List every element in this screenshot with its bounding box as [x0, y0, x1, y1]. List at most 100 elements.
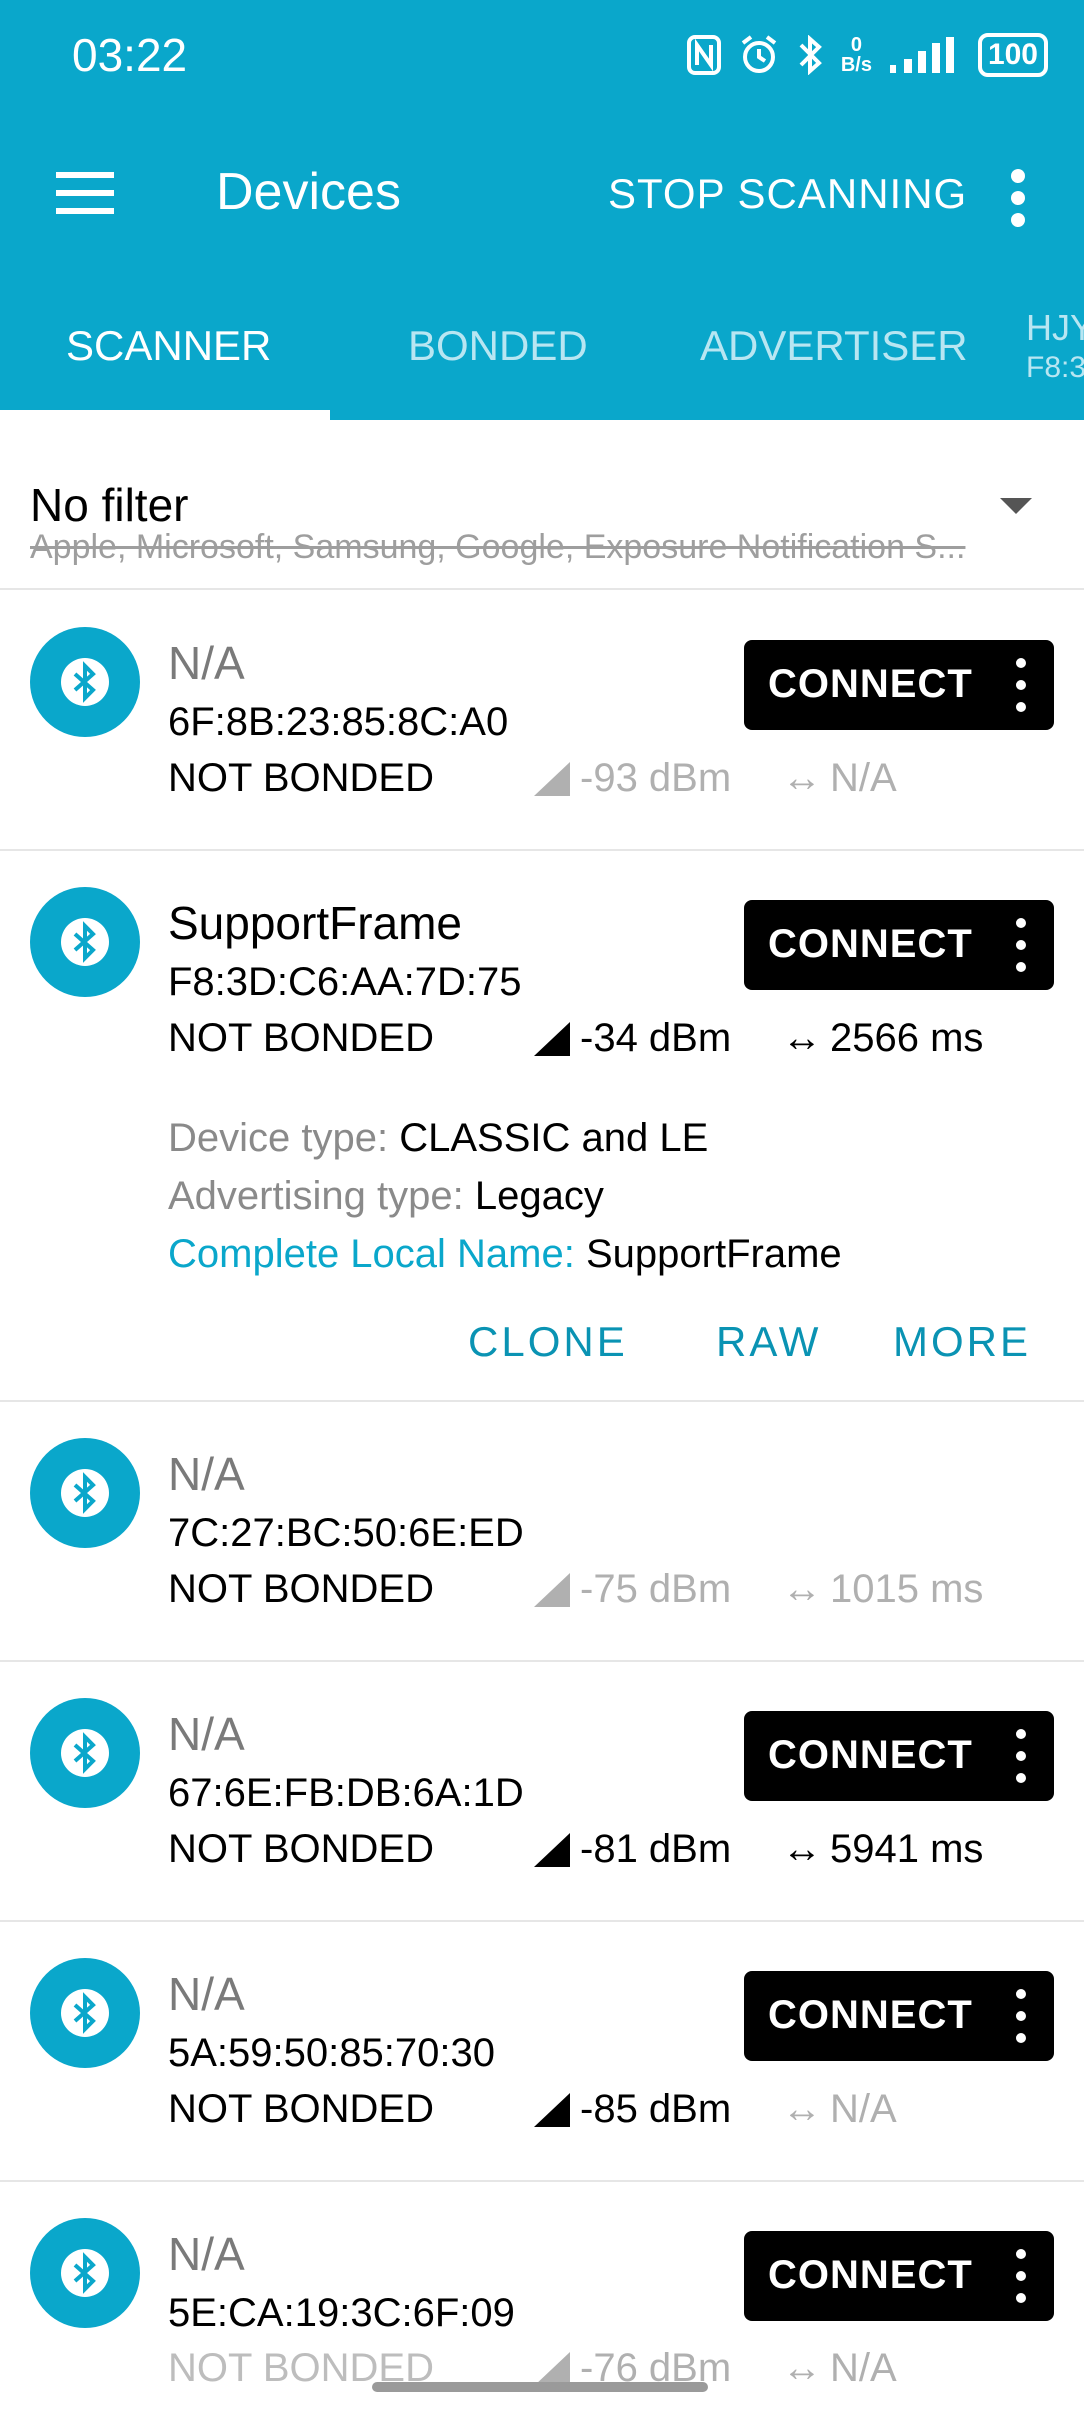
rssi: -75 dBm [534, 1567, 731, 1612]
alarm-icon [741, 35, 777, 73]
bond-status: NOT BONDED [168, 756, 434, 800]
divider [0, 1660, 1084, 1662]
bond-status: NOT BONDED [168, 2087, 434, 2131]
adv-interval: ↔ N/A [782, 756, 897, 801]
row-overflow-icon[interactable] [1016, 658, 1026, 712]
adv-interval: ↔ N/A [782, 2346, 897, 2391]
signal-strength-icon [534, 2092, 570, 2127]
clone-button[interactable]: CLONE [468, 1318, 628, 1366]
connect-button[interactable]: CONNECT [744, 2231, 1054, 2321]
local-name-line: Complete Local Name: SupportFrame [168, 1232, 842, 1277]
bluetooth-icon [30, 1958, 140, 2068]
net-speed: 0 B/s [840, 34, 872, 76]
interval-value: 5941 ms [830, 1827, 984, 1871]
overflow-menu-icon[interactable] [1000, 168, 1036, 228]
rssi-value: -81 dBm [580, 1827, 732, 1871]
interval-arrows-icon: ↔ [782, 2346, 822, 2390]
divider [0, 1920, 1084, 1922]
signal-icon [889, 37, 954, 73]
raw-button[interactable]: RAW [716, 1318, 821, 1366]
adv-interval: ↔ 1015 ms [782, 1567, 983, 1612]
battery-indicator: 100 [977, 33, 1048, 77]
device-type-value: CLASSIC and LE [399, 1116, 709, 1160]
device-name: N/A [168, 1968, 245, 2020]
device-address: 5A:59:50:85:70:30 [168, 2031, 495, 2075]
bluetooth-icon [30, 2218, 140, 2328]
signal-strength-icon [534, 1832, 570, 1867]
chevron-down-icon[interactable] [1000, 498, 1032, 514]
device-type-label: Device type: [168, 1116, 389, 1160]
connect-button[interactable]: CONNECT [744, 1711, 1054, 1801]
connect-button[interactable]: CONNECT [744, 1971, 1054, 2061]
bluetooth-status-icon [799, 35, 822, 75]
local-name-value: SupportFrame [585, 1232, 842, 1276]
device-name: N/A [168, 1708, 245, 1760]
interval-arrows-icon: ↔ [782, 1016, 822, 1060]
bluetooth-icon [30, 1438, 140, 1548]
interval-arrows-icon: ↔ [782, 1567, 822, 1611]
bluetooth-icon [30, 1698, 140, 1808]
device-name: N/A [168, 637, 245, 689]
connect-label: CONNECT [768, 922, 973, 966]
divider [0, 1400, 1084, 1402]
device-name: N/A [168, 2228, 245, 2280]
interval-arrows-icon: ↔ [782, 1827, 822, 1871]
interval-value: N/A [830, 756, 897, 800]
interval-value: 1015 ms [830, 1567, 984, 1611]
adv-type-line: Advertising type: Legacy [168, 1174, 604, 1219]
row-overflow-icon[interactable] [1016, 1989, 1026, 2043]
connect-button[interactable]: CONNECT [744, 900, 1054, 990]
interval-value: N/A [830, 2087, 897, 2131]
home-indicator[interactable] [372, 2382, 708, 2392]
local-name-label: Complete Local Name: [168, 1232, 575, 1276]
bluetooth-icon [30, 627, 140, 737]
page-title: Devices [216, 163, 401, 221]
status-time: 03:22 [72, 29, 188, 81]
device-address: 6F:8B:23:85:8C:A0 [168, 700, 509, 744]
stop-scanning-button[interactable]: STOP SCANNING [608, 170, 967, 218]
menu-icon[interactable] [56, 172, 114, 214]
row-overflow-icon[interactable] [1016, 918, 1026, 972]
tab-advertiser[interactable]: ADVERTISER [700, 322, 968, 370]
rssi: -93 dBm [534, 756, 731, 801]
interval-value: N/A [830, 2346, 897, 2390]
connect-button[interactable]: CONNECT [744, 640, 1054, 730]
rssi: -34 dBm [534, 1016, 731, 1061]
signal-strength-icon [534, 761, 570, 796]
connect-label: CONNECT [768, 2253, 973, 2297]
rssi-value: -85 dBm [580, 2087, 732, 2131]
row-overflow-icon[interactable] [1016, 2249, 1026, 2303]
connect-label: CONNECT [768, 662, 973, 706]
tab-bonded[interactable]: BONDED [408, 322, 588, 370]
rssi: -81 dBm [534, 1827, 731, 1872]
interval-arrows-icon: ↔ [782, 2087, 822, 2131]
rssi-value: -34 dBm [580, 1016, 732, 1060]
signal-strength-icon [534, 1021, 570, 1056]
signal-strength-icon [534, 2351, 570, 2386]
connect-label: CONNECT [768, 1733, 973, 1777]
tab-indicator [0, 410, 330, 420]
device-address: 7C:27:BC:50:6E:ED [168, 1511, 524, 1555]
connect-label: CONNECT [768, 1993, 973, 2037]
more-button[interactable]: MORE [893, 1318, 1031, 1366]
device-type-line: Device type: CLASSIC and LE [168, 1116, 708, 1161]
filter-title[interactable]: No filter [30, 478, 188, 532]
nfc-icon [686, 35, 721, 75]
device-name: SupportFrame [168, 897, 463, 949]
row-overflow-icon[interactable] [1016, 1729, 1026, 1783]
adv-interval: ↔ N/A [782, 2087, 897, 2132]
adv-interval: ↔ 5941 ms [782, 1827, 983, 1872]
adv-type-label: Advertising type: [168, 1174, 464, 1218]
device-name: N/A [168, 1448, 245, 1500]
tab-hjy-label: HJY [1026, 307, 1084, 348]
device-address: F8:3D:C6:AA:7D:75 [168, 960, 522, 1004]
device-address: 67:6E:FB:DB:6A:1D [168, 1771, 524, 1815]
cutoff-row: NOT BONDED -76 dBm ↔ N/A [0, 2342, 1084, 2412]
adv-interval: ↔ 2566 ms [782, 1016, 983, 1061]
tab-hjy-sub: F8:3 [1026, 351, 1084, 384]
tab-hjy[interactable]: HJY F8:3 [1026, 308, 1084, 388]
tab-scanner[interactable]: SCANNER [66, 322, 271, 370]
rssi-value: -93 dBm [580, 756, 732, 800]
bond-status: NOT BONDED [168, 1567, 434, 1611]
status-icons: 0 B/s 100 [686, 30, 1048, 80]
